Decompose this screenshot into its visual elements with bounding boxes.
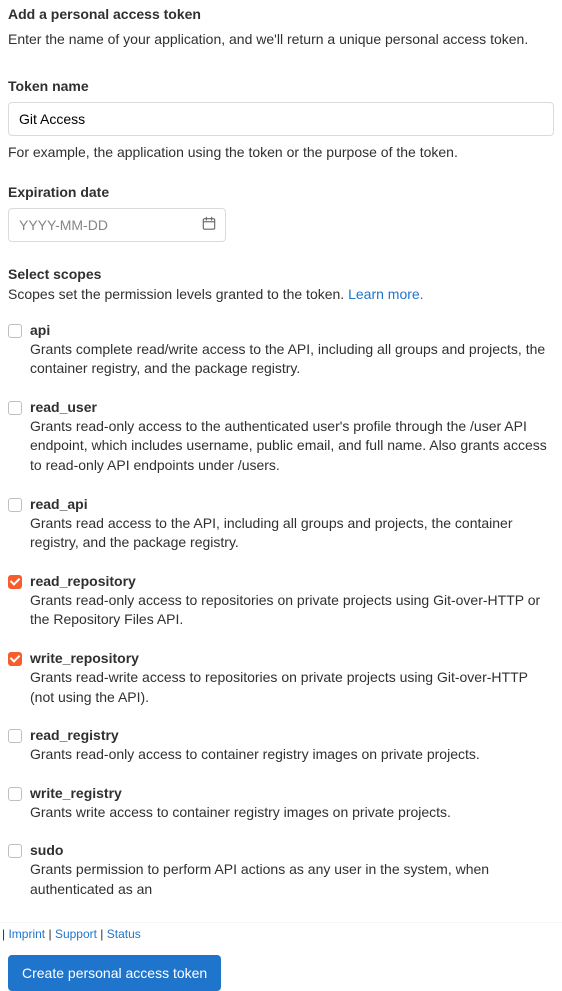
scope-description: Grants read-only access to repositories … [30,591,554,630]
scope-row-read_user: read_user Grants read-only access to the … [8,399,554,476]
scope-description: Grants permission to perform API actions… [30,860,554,899]
scope-name: write_registry [30,785,554,801]
page-description: Enter the name of your application, and … [8,30,554,50]
token-name-input[interactable] [8,102,554,136]
scope-row-write_registry: write_registry Grants write access to con… [8,785,554,823]
learn-more-link[interactable]: Learn more. [348,286,423,302]
scope-checkbox-write_repository[interactable] [8,652,22,666]
scope-row-read_api: read_api Grants read access to the API, i… [8,496,554,553]
scope-name: api [30,322,554,338]
scope-description: Grants complete read/write access to the… [30,340,554,379]
scopes-list: api Grants complete read/write access to … [8,322,554,900]
scope-checkbox-sudo[interactable] [8,844,22,858]
scope-row-sudo: sudo Grants permission to perform API act… [8,842,554,899]
scope-row-read_registry: read_registry Grants read-only access to … [8,727,554,765]
footer-links: | Imprint | Support | Status [0,922,562,947]
imprint-link[interactable]: Imprint [8,927,45,941]
support-link[interactable]: Support [55,927,97,941]
scopes-description: Scopes set the permission levels granted… [8,286,554,302]
scope-checkbox-read_repository[interactable] [8,575,22,589]
expiration-input[interactable] [8,208,226,242]
scope-name: sudo [30,842,554,858]
scope-description: Grants read-write access to repositories… [30,668,554,707]
scope-name: read_user [30,399,554,415]
scope-name: read_api [30,496,554,512]
token-name-label: Token name [8,78,554,94]
status-link[interactable]: Status [107,927,141,941]
scope-checkbox-write_registry[interactable] [8,787,22,801]
scope-checkbox-read_api[interactable] [8,498,22,512]
page-title: Add a personal access token [8,6,554,22]
scope-name: read_repository [30,573,554,589]
scopes-label: Select scopes [8,266,101,282]
create-token-button[interactable]: Create personal access token [8,955,221,991]
scope-name: read_registry [30,727,554,743]
scope-row-write_repository: write_repository Grants read-write access… [8,650,554,707]
scope-checkbox-read_user[interactable] [8,401,22,415]
scope-description: Grants write access to container registr… [30,803,554,823]
scope-description: Grants read-only access to container reg… [30,745,554,765]
scope-row-read_repository: read_repository Grants read-only access t… [8,573,554,630]
scope-row-api: api Grants complete read/write access to … [8,322,554,379]
token-name-help: For example, the application using the t… [8,144,554,160]
scope-checkbox-read_registry[interactable] [8,729,22,743]
scope-name: write_repository [30,650,554,666]
scope-checkbox-api[interactable] [8,324,22,338]
scope-description: Grants read-only access to the authentic… [30,417,554,476]
expiration-label: Expiration date [8,184,554,200]
scope-description: Grants read access to the API, including… [30,514,554,553]
